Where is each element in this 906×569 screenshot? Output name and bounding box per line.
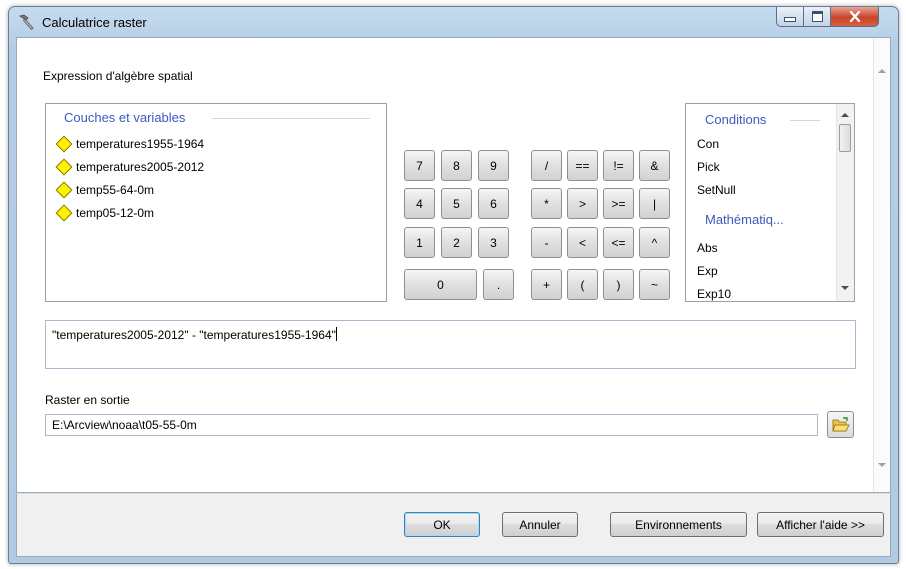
close-button[interactable] [831,7,879,27]
key-4[interactable]: 4 [404,188,435,219]
raster-layer-diamond-icon [55,158,73,176]
cancel-button[interactable]: Annuler [502,512,578,537]
window-title: Calculatrice raster [42,15,147,30]
key-6[interactable]: 6 [478,188,509,219]
show-help-button[interactable]: Afficher l'aide >> [757,512,884,537]
expression-section-label: Expression d'algèbre spatial [43,69,193,83]
dialog-scrollbar[interactable] [873,38,890,492]
scroll-up-icon[interactable] [878,69,886,73]
function-item[interactable]: Exp [697,264,718,278]
layer-name: temperatures2005-2012 [76,160,205,174]
output-raster-label: Raster en sortie [45,393,130,407]
key-close-paren[interactable]: ) [603,269,634,300]
key-equal[interactable]: == [567,150,598,181]
key-xor[interactable]: ^ [639,227,670,258]
function-group-title: Conditions [705,112,767,127]
close-icon [849,11,860,22]
key-or[interactable]: | [639,188,670,219]
expression-text: "temperatures2005-2012" - "temperatures1… [52,328,336,342]
layers-variables-panel: Couches et variables temperatures1955-19… [45,103,387,302]
key-less[interactable]: < [567,227,598,258]
layer-name: temp05-12-0m [76,206,155,220]
key-greater-equal[interactable]: >= [603,188,634,219]
key-plus[interactable]: + [531,269,562,300]
expression-input[interactable]: "temperatures2005-2012" - "temperatures1… [45,320,856,369]
layer-item[interactable]: temp05-12-0m [55,203,155,223]
function-item[interactable]: SetNull [697,183,736,197]
key-2[interactable]: 2 [441,227,472,258]
function-group-title: Mathématiq... [705,212,784,227]
functions-scrollbar[interactable] [836,104,854,301]
function-item[interactable]: Pick [697,160,720,174]
key-0[interactable]: 0 [404,269,477,300]
output-raster-value: E:\Arcview\noaa\t05-55-0m [52,418,197,432]
output-raster-input[interactable]: E:\Arcview\noaa\t05-55-0m [45,414,818,436]
ok-button[interactable]: OK [404,512,480,537]
raster-layer-diamond-icon [55,181,73,199]
key-1[interactable]: 1 [404,227,435,258]
scroll-down-icon[interactable] [878,463,886,467]
layer-name: temperatures1955-1964 [76,137,205,151]
key-divide[interactable]: / [531,150,562,181]
raster-layer-diamond-icon [55,135,73,153]
group-divider [790,120,820,121]
dialog-footer: OK Annuler Environnements Afficher l'aid… [16,493,891,557]
dialog-content: Expression d'algèbre spatial Couches et … [16,37,891,493]
layer-item[interactable]: temp55-64-0m [55,180,155,200]
raster-calculator-window: Calculatrice raster Expression d'algèbre… [8,6,899,564]
key-open-paren[interactable]: ( [567,269,598,300]
raster-layer-diamond-icon [55,204,73,222]
function-item[interactable]: Abs [697,241,718,255]
title-bar[interactable]: Calculatrice raster [9,7,898,37]
functions-list[interactable]: Conditions Con Pick SetNull Mathématiq..… [685,103,855,302]
key-greater[interactable]: > [567,188,598,219]
key-not-equal[interactable]: != [603,150,634,181]
key-5[interactable]: 5 [441,188,472,219]
hammer-icon [19,14,34,31]
scroll-down-icon[interactable] [841,286,849,290]
minimize-icon [784,17,796,22]
key-and[interactable]: & [639,150,670,181]
environments-button[interactable]: Environnements [610,512,747,537]
browse-button[interactable] [827,411,854,438]
layer-item[interactable]: temperatures2005-2012 [55,157,205,177]
function-item[interactable]: Con [697,137,719,151]
group-divider [212,118,370,119]
function-item[interactable]: Exp10 [697,287,731,301]
key-multiply[interactable]: * [531,188,562,219]
key-minus[interactable]: - [531,227,562,258]
maximize-icon [811,11,823,22]
layer-item[interactable]: temperatures1955-1964 [55,134,205,154]
minimize-button[interactable] [776,7,804,27]
maximize-button[interactable] [804,7,831,27]
key-9[interactable]: 9 [478,150,509,181]
open-folder-icon [831,416,850,431]
key-decimal[interactable]: . [483,269,514,300]
key-8[interactable]: 8 [441,150,472,181]
text-cursor [335,327,337,341]
scroll-thumb[interactable] [839,124,851,152]
scroll-up-icon[interactable] [841,113,849,117]
key-7[interactable]: 7 [404,150,435,181]
key-3[interactable]: 3 [478,227,509,258]
key-less-equal[interactable]: <= [603,227,634,258]
layers-group-title: Couches et variables [64,110,186,125]
layer-name: temp55-64-0m [76,183,155,197]
key-not[interactable]: ~ [639,269,670,300]
